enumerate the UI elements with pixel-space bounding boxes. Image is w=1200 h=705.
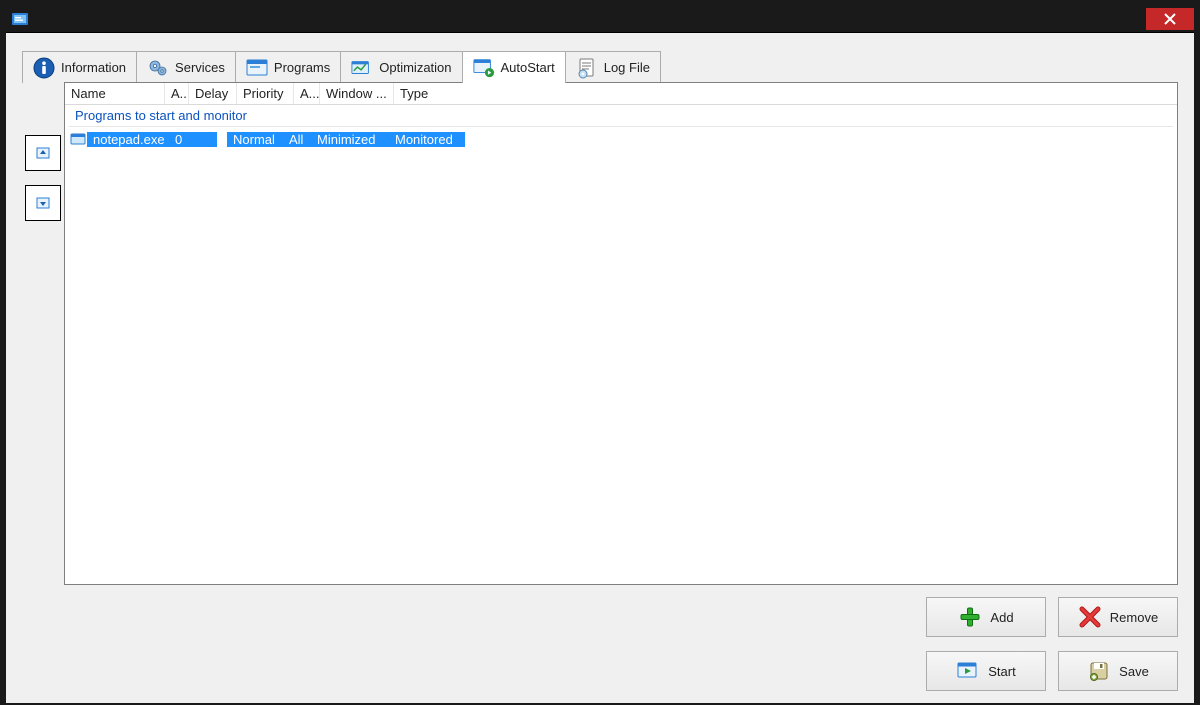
column-priority[interactable]: Priority xyxy=(237,83,294,104)
program-icon xyxy=(69,132,87,146)
tab-label: AutoStart xyxy=(501,60,555,75)
tab-programs[interactable]: Programs xyxy=(235,51,341,83)
tab-services[interactable]: Services xyxy=(136,51,236,83)
save-button[interactable]: Save xyxy=(1058,651,1178,691)
tab-autostart[interactable]: AutoStart xyxy=(462,51,566,83)
remove-button[interactable]: Remove xyxy=(1058,597,1178,637)
info-icon xyxy=(33,57,55,79)
cell-affinity: All xyxy=(283,132,311,147)
button-label: Save xyxy=(1119,664,1149,679)
add-button[interactable]: Add xyxy=(926,597,1046,637)
column-type[interactable]: Type xyxy=(394,83,514,104)
button-label: Add xyxy=(990,610,1013,625)
autostart-icon xyxy=(473,57,495,79)
gears-icon xyxy=(147,57,169,79)
tab-logfile[interactable]: Log File xyxy=(565,51,661,83)
autostart-list[interactable]: Name A... Delay Priority A... Window ...… xyxy=(64,82,1178,585)
start-icon xyxy=(956,659,980,683)
tab-optimization[interactable]: Optimization xyxy=(340,51,462,83)
start-button[interactable]: Start xyxy=(926,651,1046,691)
save-icon xyxy=(1087,659,1111,683)
window-icon xyxy=(246,57,268,79)
logfile-icon xyxy=(576,57,598,79)
tab-strip: Information Services Programs Optimizati… xyxy=(22,51,1178,83)
x-icon xyxy=(1078,605,1102,629)
titlebar[interactable] xyxy=(6,6,1194,32)
cell-priority: Normal xyxy=(227,132,283,147)
column-arguments[interactable]: A... xyxy=(165,83,189,104)
move-up-button[interactable] xyxy=(25,135,61,171)
column-affinity[interactable]: A... xyxy=(294,83,320,104)
group-header: Programs to start and monitor xyxy=(69,105,1173,127)
cell-name: notepad.exe xyxy=(87,132,169,147)
button-label: Remove xyxy=(1110,610,1158,625)
cell-delay: 0 xyxy=(169,132,217,147)
list-row[interactable]: notepad.exe 0 Normal All Minimized Monit… xyxy=(69,129,1173,149)
cell-type: Monitored xyxy=(389,132,465,147)
tab-label: Log File xyxy=(604,60,650,75)
move-down-button[interactable] xyxy=(25,185,61,221)
app-icon xyxy=(12,12,28,26)
optimization-icon xyxy=(351,57,373,79)
plus-icon xyxy=(958,605,982,629)
button-label: Start xyxy=(988,664,1015,679)
column-name[interactable]: Name xyxy=(65,83,165,104)
column-window[interactable]: Window ... xyxy=(320,83,394,104)
tab-label: Programs xyxy=(274,60,330,75)
tab-label: Information xyxy=(61,60,126,75)
tab-label: Services xyxy=(175,60,225,75)
list-header[interactable]: Name A... Delay Priority A... Window ...… xyxy=(65,83,1177,105)
tab-information[interactable]: Information xyxy=(22,51,137,83)
tab-label: Optimization xyxy=(379,60,451,75)
close-button[interactable] xyxy=(1146,8,1194,30)
column-delay[interactable]: Delay xyxy=(189,83,237,104)
cell-window: Minimized xyxy=(311,132,389,147)
